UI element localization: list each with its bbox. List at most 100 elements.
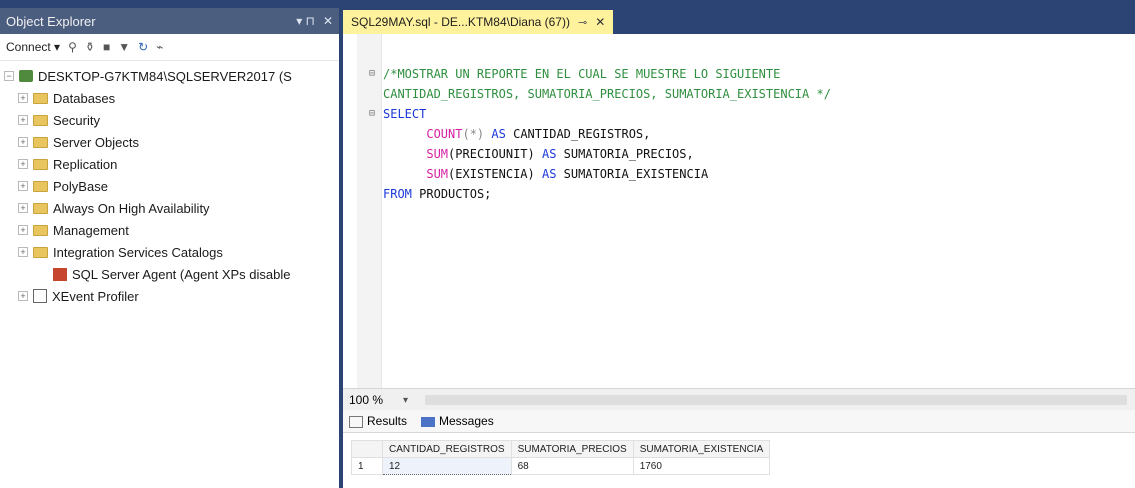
tab-results[interactable]: Results <box>349 414 407 428</box>
tree-node-folder[interactable]: + Server Objects <box>4 131 339 153</box>
stop-icon[interactable]: ■ <box>103 40 110 54</box>
query-document: SQL29MAY.sql - DE...KTM84\Diana (67)) ⊸ … <box>343 8 1135 488</box>
expand-icon[interactable]: + <box>18 159 28 169</box>
collapse-icon[interactable]: − <box>4 71 14 81</box>
object-explorer-toolbar: Connect ▾ ⚲ ⚱ ■ ▼ ↻ ⌁ <box>0 34 339 61</box>
editor-gutter <box>357 34 382 388</box>
results-grid[interactable]: CANTIDAD_REGISTROS SUMATORIA_PRECIOS SUM… <box>351 440 771 475</box>
folder-icon <box>33 136 48 148</box>
keyword-as: AS <box>541 167 557 181</box>
code-line: COUNT(*) AS CANTIDAD_REGISTROS, <box>383 124 831 144</box>
function-args: (*) <box>462 127 485 141</box>
tree-node-label: XEvent Profiler <box>52 288 139 304</box>
function-sum: SUM <box>426 147 449 161</box>
column-header[interactable]: CANTIDAD_REGISTROS <box>382 440 512 458</box>
column-header[interactable]: SUMATORIA_PRECIOS <box>510 440 634 458</box>
table-name: PRODUCTOS; <box>419 187 492 201</box>
grid-header-row: CANTIDAD_REGISTROS SUMATORIA_PRECIOS SUM… <box>351 440 771 458</box>
tree-node-server[interactable]: − DESKTOP-G7KTM84\SQLSERVER2017 (S <box>4 65 339 87</box>
tree-node-folder[interactable]: + Replication <box>4 153 339 175</box>
tree-node-folder[interactable]: + Integration Services Catalogs <box>4 241 339 263</box>
pin-icon[interactable]: ⊸ <box>578 16 587 29</box>
folder-icon <box>33 202 48 214</box>
tree-node-agent[interactable]: SQL Server Agent (Agent XPs disable <box>4 263 339 285</box>
collapse-icon[interactable]: ⊟ <box>369 64 375 84</box>
comment-text: /*MOSTRAR UN REPORTE EN EL CUAL SE MUEST… <box>383 67 781 81</box>
code-line: ⊟ /*MOSTRAR UN REPORTE EN EL CUAL SE MUES… <box>369 64 831 84</box>
function-args: (PRECIOUNIT) <box>448 147 535 161</box>
function-sum: SUM <box>426 167 449 181</box>
table-row[interactable]: 1 12 68 1760 <box>351 457 771 475</box>
grid-cell[interactable]: 1760 <box>632 457 771 475</box>
expand-icon[interactable]: + <box>18 93 28 103</box>
alias-text: CANTIDAD_REGISTROS, <box>513 127 651 141</box>
folder-icon <box>33 92 48 104</box>
keyword-as: AS <box>541 147 557 161</box>
object-explorer-panel: Object Explorer ▾ ⊓ ✕ Connect ▾ ⚲ ⚱ ■ ▼ … <box>0 8 343 488</box>
agent-icon <box>53 267 67 281</box>
code-line: SUM(PRECIOUNIT) AS SUMATORIA_PRECIOS, <box>383 144 831 164</box>
server-icon <box>19 70 33 82</box>
row-number-header <box>351 440 383 458</box>
close-icon[interactable]: ✕ <box>595 15 605 29</box>
tree-node-label: SQL Server Agent (Agent XPs disable <box>72 266 291 282</box>
disconnect-icon[interactable]: ⚱ <box>85 40 95 54</box>
zoom-level[interactable]: 100 % <box>343 393 403 407</box>
refresh-icon[interactable]: ↻ <box>138 40 148 54</box>
tab-messages-label: Messages <box>439 414 494 428</box>
document-tabstrip: SQL29MAY.sql - DE...KTM84\Diana (67)) ⊸ … <box>343 8 1135 34</box>
column-header[interactable]: SUMATORIA_EXISTENCIA <box>632 440 771 458</box>
grid-cell[interactable]: 12 <box>382 457 512 475</box>
folder-icon <box>33 246 48 258</box>
chevron-down-icon[interactable]: ▾ <box>403 395 425 406</box>
expand-icon[interactable]: + <box>18 247 28 257</box>
grid-icon <box>349 415 363 428</box>
filter-icon[interactable]: ▼ <box>118 40 130 54</box>
keyword-as: AS <box>491 127 506 141</box>
folder-icon <box>33 114 48 126</box>
object-explorer-title: Object Explorer <box>6 13 96 29</box>
tree-node-folder[interactable]: + PolyBase <box>4 175 339 197</box>
expand-icon[interactable]: + <box>18 181 28 191</box>
sql-editor[interactable]: ⊟ /*MOSTRAR UN REPORTE EN EL CUAL SE MUES… <box>343 34 1135 388</box>
code-area[interactable]: ⊟ /*MOSTRAR UN REPORTE EN EL CUAL SE MUES… <box>369 64 831 204</box>
folder-icon <box>33 158 48 170</box>
tree-node-folder[interactable]: + Databases <box>4 87 339 109</box>
tree-node-label: Replication <box>53 156 118 172</box>
tab-messages[interactable]: Messages <box>421 414 494 428</box>
messages-icon <box>421 416 436 427</box>
row-number[interactable]: 1 <box>351 457 383 475</box>
activity-icon[interactable]: ⌁ <box>156 40 163 54</box>
connect-button[interactable]: Connect ▾ <box>6 40 60 54</box>
tree-node-folder[interactable]: + Always On High Availability <box>4 197 339 219</box>
grid-cell[interactable]: 68 <box>510 457 634 475</box>
code-line: SUM(EXISTENCIA) AS SUMATORIA_EXISTENCIA <box>383 164 831 184</box>
alias-text: SUMATORIA_PRECIOS, <box>563 147 694 161</box>
editor-statusbar: 100 % ▾ <box>343 388 1135 411</box>
expand-icon[interactable]: + <box>18 225 28 235</box>
connect-label: Connect <box>6 40 51 54</box>
expand-icon[interactable]: + <box>18 115 28 125</box>
tree-node-xevent[interactable]: + XEvent Profiler <box>4 285 339 307</box>
tree-node-label: Management <box>53 222 129 238</box>
tree-node-folder[interactable]: + Security <box>4 109 339 131</box>
tab-results-label: Results <box>367 414 408 428</box>
function-args: (EXISTENCIA) <box>448 167 535 181</box>
tab-query[interactable]: SQL29MAY.sql - DE...KTM84\Diana (67)) ⊸ … <box>343 10 614 34</box>
horizontal-scrollbar[interactable] <box>425 395 1127 405</box>
expand-icon[interactable]: + <box>18 137 28 147</box>
tree-node-folder[interactable]: + Management <box>4 219 339 241</box>
expand-icon[interactable]: + <box>18 203 28 213</box>
tree-node-label: Integration Services Catalogs <box>53 244 223 260</box>
expand-icon[interactable]: + <box>18 291 28 301</box>
folder-icon <box>33 180 48 192</box>
tree-node-label: Databases <box>53 90 116 106</box>
tree-node-label: DESKTOP-G7KTM84\SQLSERVER2017 (S <box>38 68 292 84</box>
tree-node-label: Server Objects <box>53 134 139 150</box>
collapse-icon[interactable]: ⊟ <box>369 104 375 124</box>
close-icon[interactable]: ✕ <box>323 14 333 28</box>
comment-text: CANTIDAD_REGISTROS, SUMATORIA_PRECIOS, S… <box>383 87 831 101</box>
connect-icon[interactable]: ⚲ <box>68 40 77 54</box>
tab-title: SQL29MAY.sql - DE...KTM84\Diana (67)) <box>351 15 570 29</box>
pin-icon[interactable]: ▾ ⊓ <box>296 14 315 28</box>
